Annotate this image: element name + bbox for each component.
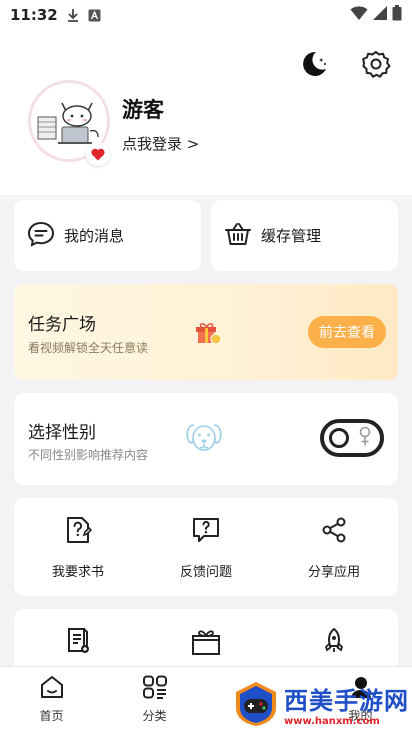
cache-management-button[interactable]: 缓存管理 [211,200,398,271]
signal-icon [372,5,388,25]
watermark: 西美手游网 www.hanxm.com [232,676,412,732]
feedback-label: 反馈问题 [179,564,232,580]
go-view-button[interactable]: 前去查看 [308,316,386,348]
tab-home[interactable]: 首页 [0,667,103,732]
profile-header: 游客 点我登录 > [0,30,412,195]
download-icon [66,8,80,22]
heart-badge-icon [86,142,110,166]
feedback-icon [191,515,221,549]
app-notification-icon [88,9,101,22]
feature-grid: 我要求书 反馈问题 分享应用 [14,498,398,596]
share-app-button[interactable]: 分享应用 [270,498,398,596]
username: 游客 [122,98,164,122]
cat-laptop-illustration [37,102,99,144]
request-book-button[interactable]: 我要求书 [14,498,142,596]
status-bar: 11:32 [0,0,412,30]
task-plaza-title: 任务广场 [28,315,96,335]
feedback-button[interactable]: 反馈问题 [142,498,270,596]
message-icon [26,219,56,253]
home-icon [39,675,65,703]
share-app-label: 分享应用 [307,564,360,580]
my-messages-label: 我的消息 [64,227,125,245]
female-symbol-icon [358,426,372,452]
settings-icon[interactable] [360,48,392,80]
gender-title: 选择性别 [28,423,96,443]
gender-selection-card: 选择性别 不同性别影响推荐内容 [14,393,398,485]
battery-icon [392,5,402,25]
basket-icon [223,219,253,253]
night-mode-icon[interactable] [298,48,330,80]
cache-management-label: 缓存管理 [261,227,322,245]
tab-home-label: 首页 [39,709,64,723]
watermark-title: 西美手游网 [284,687,409,715]
share-icon [319,515,349,549]
dog-face-icon [184,417,224,461]
login-link[interactable]: 点我登录 > [122,133,199,154]
request-book-label: 我要求书 [51,564,104,580]
gender-toggle[interactable] [320,419,384,457]
wifi-icon [350,5,368,25]
category-icon [142,675,168,703]
gift-icon [194,319,222,349]
task-plaza-subtitle: 看视频解锁全天任意读 [28,341,149,355]
request-book-icon [63,515,93,549]
tab-category-label: 分类 [142,709,167,723]
gender-subtitle: 不同性别影响推荐内容 [28,448,149,462]
tab-category[interactable]: 分类 [103,667,206,732]
task-plaza-card[interactable]: 任务广场 看视频解锁全天任意读 前去查看 [14,284,398,380]
gamepad-logo-icon [236,682,276,726]
toggle-knob [329,428,349,448]
watermark-url: www.hanxm.com [284,716,380,727]
status-time: 11:32 [10,6,58,24]
my-messages-button[interactable]: 我的消息 [14,200,201,271]
